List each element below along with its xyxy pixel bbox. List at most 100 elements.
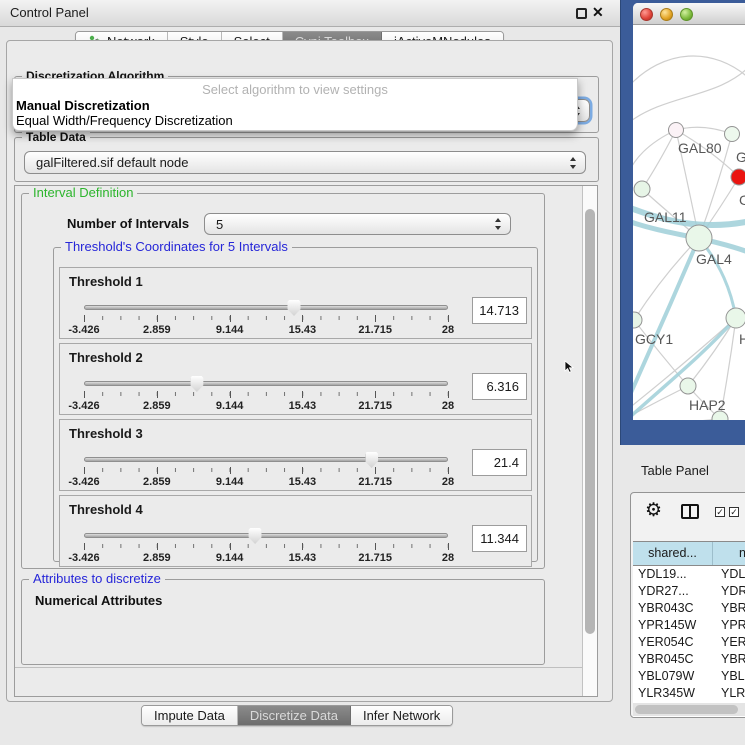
table-data-combobox[interactable]: galFiltered.sif default node xyxy=(24,151,586,174)
algorithm-dropdown-popup: Select algorithm to view settings Manual… xyxy=(12,78,578,131)
number-of-intervals-combobox[interactable]: 5 xyxy=(204,213,511,235)
node-gal4[interactable] xyxy=(686,225,712,251)
slider-track[interactable] xyxy=(84,457,448,462)
table-row[interactable]: YBR043CYBR0 xyxy=(633,600,745,617)
popup-item-equal-width-frequency[interactable]: Equal Width/Frequency Discretization xyxy=(16,113,233,128)
slider-ticks xyxy=(84,544,448,548)
table-row[interactable]: YBR045CYBR0 xyxy=(633,651,745,668)
gear-icon[interactable]: ⚙ xyxy=(645,501,662,521)
threshold-3-slider[interactable]: -3.4262.8599.14415.4321.71528 xyxy=(84,452,448,490)
threshold-4-card: Threshold 4 -3.4262.8599.14415.4321.7152… xyxy=(59,495,532,567)
table-panel-card: ⚙ ✓ ✓ shared... na YDL19...YDL1 YDR27...… xyxy=(630,492,745,718)
interval-definition-title: Interval Definition xyxy=(29,186,137,200)
threshold-2-value-field[interactable]: 6.316 xyxy=(472,373,527,400)
panel-title: Control Panel xyxy=(10,0,89,26)
svg-text:GAL80: GAL80 xyxy=(678,140,722,156)
checkbox-icon[interactable]: ✓ xyxy=(729,507,739,517)
table-row[interactable]: YPR145WYPR1 xyxy=(633,617,745,634)
threshold-1-card: Threshold 1 -3.4262.8599.14415.4321.7152… xyxy=(59,267,532,339)
slider-ticks xyxy=(84,392,448,396)
slider-thumb[interactable] xyxy=(190,376,203,392)
threshold-2-label: Threshold 2 xyxy=(69,350,143,365)
node-gcy1[interactable] xyxy=(633,312,642,328)
table-panel-title: Table Panel xyxy=(641,463,709,478)
node-selected-red[interactable] xyxy=(731,169,745,185)
table-panel-toolbar: ⚙ ✓ ✓ xyxy=(631,493,745,535)
node-gal80[interactable] xyxy=(669,123,684,138)
threshold-2-slider[interactable]: -3.4262.8599.14415.4321.71528 xyxy=(84,376,448,414)
threshold-1-label: Threshold 1 xyxy=(69,274,143,289)
node-hap2[interactable] xyxy=(680,378,696,394)
slider-track[interactable] xyxy=(84,381,448,386)
slider-thumb[interactable] xyxy=(288,300,301,316)
split-view-icon[interactable] xyxy=(681,504,699,519)
attributes-group-title: Attributes to discretize xyxy=(29,572,165,586)
threshold-3-value-field[interactable]: 21.4 xyxy=(472,449,527,476)
table-row[interactable]: YLR345WYLR3 xyxy=(633,685,745,702)
threshold-4-slider[interactable]: -3.4262.8599.14415.4321.71528 xyxy=(84,528,448,566)
settings-scrollpane: Interval Definition Number of Intervals … xyxy=(14,185,598,697)
settings-vertical-scrollbar[interactable] xyxy=(582,186,597,696)
number-of-intervals-value: 5 xyxy=(216,214,223,235)
close-icon[interactable]: ✕ xyxy=(592,4,604,21)
scrollbar-thumb[interactable] xyxy=(585,209,595,634)
table-row[interactable]: YBL079WYBL0 xyxy=(633,668,745,685)
network-window: GAL80 GA C GAL11 GAL4 GCY1 H HAP2 xyxy=(633,3,745,420)
column-header-name[interactable]: na xyxy=(713,542,745,565)
zoom-traffic-light[interactable] xyxy=(680,8,693,21)
attributes-group xyxy=(21,579,545,665)
threshold-1-value-field[interactable]: 14.713 xyxy=(472,297,527,324)
column-header-shared[interactable]: shared... xyxy=(633,542,713,565)
combo-arrows-icon xyxy=(495,218,502,230)
network-canvas[interactable]: GAL80 GA C GAL11 GAL4 GCY1 H HAP2 xyxy=(633,25,745,420)
svg-text:GCY1: GCY1 xyxy=(635,331,673,347)
bottom-tabs: Impute Data Discretize Data Infer Networ… xyxy=(141,705,453,726)
node-h[interactable] xyxy=(726,308,745,328)
slider-track[interactable] xyxy=(84,305,448,310)
table-header-row: shared... na xyxy=(633,541,745,566)
divider xyxy=(15,667,597,668)
threshold-3-label: Threshold 3 xyxy=(69,426,143,441)
table-row[interactable]: YDR27...YDR2 xyxy=(633,583,745,600)
svg-text:HAP2: HAP2 xyxy=(689,397,726,413)
slider-thumb[interactable] xyxy=(249,528,262,544)
slider-track[interactable] xyxy=(84,533,448,538)
svg-text:H: H xyxy=(739,331,745,347)
numerical-attributes-label: Numerical Attributes xyxy=(35,593,162,608)
scrollbar-thumb[interactable] xyxy=(635,705,738,714)
tab-impute-data[interactable]: Impute Data xyxy=(142,706,238,725)
network-window-titlebar xyxy=(633,3,745,25)
table-horizontal-scrollbar[interactable] xyxy=(633,703,745,716)
checkbox-icon[interactable]: ✓ xyxy=(715,507,725,517)
slider-thumb[interactable] xyxy=(365,452,378,468)
svg-text:C: C xyxy=(739,192,745,208)
float-window-icon[interactable] xyxy=(576,8,587,19)
threshold-4-value-field[interactable]: 11.344 xyxy=(472,525,527,552)
threshold-1-slider[interactable]: -3.4262.8599.14415.4321.71528 xyxy=(84,300,448,338)
threshold-2-card: Threshold 2 -3.4262.8599.14415.4321.7152… xyxy=(59,343,532,415)
close-traffic-light[interactable] xyxy=(640,8,653,21)
node-table: shared... na YDL19...YDL1 YDR27...YDR2 Y… xyxy=(633,541,745,718)
table-row[interactable]: YDL19...YDL1 xyxy=(633,566,745,583)
minimize-traffic-light[interactable] xyxy=(660,8,673,21)
threshold-3-card: Threshold 3 -3.4262.8599.14415.4321.7152… xyxy=(59,419,532,491)
tab-discretize-data[interactable]: Discretize Data xyxy=(238,706,351,725)
popup-placeholder-item: Select algorithm to view settings xyxy=(13,82,577,97)
node-gal11[interactable] xyxy=(634,181,650,197)
mouse-cursor xyxy=(564,360,574,374)
svg-text:GAL11: GAL11 xyxy=(644,209,687,225)
node-partial-g[interactable] xyxy=(725,127,740,142)
table-data-value: galFiltered.sif default node xyxy=(36,152,188,173)
popup-item-manual-discretization[interactable]: Manual Discretization xyxy=(16,98,150,113)
control-panel-titlebar: Control Panel ✕ xyxy=(0,0,620,27)
combo-arrows-icon xyxy=(570,157,577,169)
svg-text:GAL4: GAL4 xyxy=(696,251,732,267)
threshold-4-label: Threshold 4 xyxy=(69,502,143,517)
svg-text:GA: GA xyxy=(736,149,745,165)
slider-ticks xyxy=(84,316,448,320)
table-row[interactable]: YER054CYER0 xyxy=(633,634,745,651)
network-window-frame: GAL80 GA C GAL11 GAL4 GCY1 H HAP2 xyxy=(620,0,745,445)
tab-infer-network[interactable]: Infer Network xyxy=(351,706,452,725)
table-data-title: Table Data xyxy=(22,130,90,144)
number-of-intervals-label: Number of Intervals xyxy=(67,216,189,231)
